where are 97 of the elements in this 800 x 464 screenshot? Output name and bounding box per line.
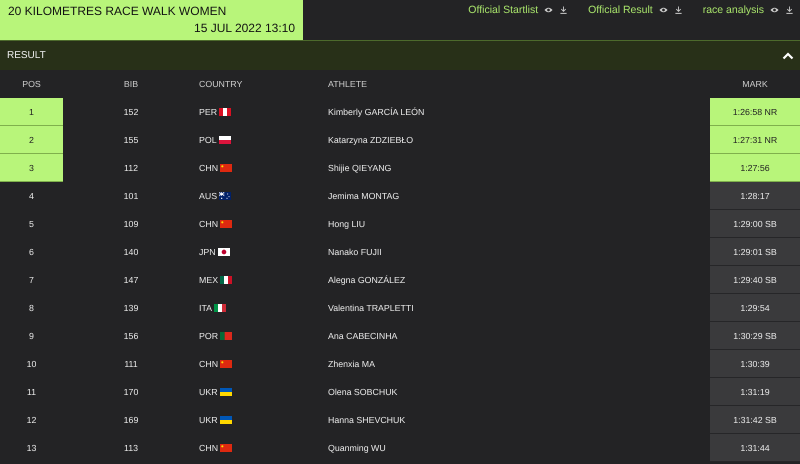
country-code: UKR <box>199 415 218 425</box>
section-title: RESULT <box>7 50 46 61</box>
flag-icon <box>218 248 230 256</box>
mark-cell: 1:27:31 NR <box>710 126 800 154</box>
bib-cell-text: 112 <box>122 162 140 175</box>
document-link[interactable]: Official Startlist <box>468 4 538 16</box>
view-icon[interactable] <box>658 6 668 14</box>
mark-cell: 1:29:54 <box>710 294 800 322</box>
download-icon[interactable] <box>785 6 794 14</box>
mark-cell: 1:29:01 SB <box>710 238 800 266</box>
country-code: AUS <box>199 191 218 201</box>
athlete-name: Zhenxia MA <box>328 358 376 371</box>
country-code: JPN <box>199 247 216 257</box>
flag-icon <box>220 276 232 284</box>
mark-cell: 1:30:39 <box>710 350 800 378</box>
country-code: CHN <box>199 443 218 453</box>
column-header: MARK <box>741 78 769 91</box>
column-header: BIB <box>122 78 140 91</box>
flag-icon <box>219 108 232 116</box>
athlete-name: Kimberly GARCÍA LEÓN <box>328 106 426 119</box>
athlete-name: Quanming WU <box>328 442 387 455</box>
country-code: ITA <box>199 303 212 313</box>
mark-cell: 1:31:42 SB <box>710 406 800 434</box>
country-code: POR <box>199 331 218 341</box>
bib-cell-text: 101 <box>122 190 140 203</box>
column-header: POS <box>21 78 42 91</box>
country-code: UKR <box>199 387 218 397</box>
flag-icon <box>220 444 232 452</box>
position-cell-text: 13 <box>26 442 38 455</box>
flag-icon <box>220 416 232 424</box>
mark-cell: 1:28:17 <box>710 182 800 210</box>
athlete-name: Valentina TRAPLETTI <box>328 302 415 315</box>
position-cell: 2 <box>0 126 63 154</box>
flag-icon <box>220 220 232 228</box>
column-header: ATHLETE <box>328 78 368 91</box>
country-code: PER <box>199 107 218 117</box>
athlete-name: Hong LIU <box>328 218 366 231</box>
mark-cell: 1:29:00 SB <box>710 210 800 238</box>
flag-icon <box>220 360 232 368</box>
country-code: POL <box>199 135 217 145</box>
flag-icon <box>220 164 232 172</box>
bib-cell-text: 147 <box>122 274 140 287</box>
mark-cell: 1:27:56 <box>710 154 800 182</box>
bib-cell-text: 152 <box>122 106 140 119</box>
mark-cell: 1:31:19 <box>710 378 800 406</box>
bib-cell-text: 113 <box>122 442 140 455</box>
athlete-name: Alegna GONZÁLEZ <box>328 274 406 287</box>
position-cell-text: 4 <box>28 190 35 203</box>
athlete-name: Olena SOBCHUK <box>328 386 398 399</box>
bib-cell-text: 139 <box>122 302 140 315</box>
position-cell-text: 7 <box>28 274 35 287</box>
country-code: MEX <box>199 275 218 285</box>
position-cell-text: 9 <box>28 330 35 343</box>
document-link[interactable]: race analysis <box>702 4 764 16</box>
country-code: CHN <box>199 163 218 173</box>
bib-cell-text: 109 <box>122 218 140 231</box>
country-code: CHN <box>199 219 218 229</box>
section-header[interactable]: RESULT <box>0 40 800 70</box>
athlete-name: Shijie QIEYANG <box>328 162 392 175</box>
mark-cell: 1:29:40 SB <box>710 266 800 294</box>
download-icon[interactable] <box>559 6 568 14</box>
column-header: COUNTRY <box>199 78 244 91</box>
position-cell: 1 <box>0 98 63 126</box>
document-link[interactable]: Official Result <box>588 4 653 16</box>
position-cell-text: 10 <box>26 358 38 371</box>
flag-icon <box>214 304 226 312</box>
mark-cell: 1:31:44 <box>710 434 800 462</box>
mark-cell: 1:26:58 NR <box>710 98 800 126</box>
download-icon[interactable] <box>674 6 683 14</box>
flag-icon <box>220 332 232 340</box>
collapse-chevron-icon[interactable] <box>782 52 794 60</box>
bib-cell-text: 170 <box>122 386 140 399</box>
event-datetime: 15 JUL 2022 13:10 <box>194 21 295 36</box>
bib-cell-text: 155 <box>122 134 140 147</box>
athlete-name: Hanna SHEVCHUK <box>328 414 406 427</box>
athlete-name: Ana CABECINHA <box>328 330 398 343</box>
flag-icon <box>218 136 231 144</box>
country-code: CHN <box>199 359 218 369</box>
view-icon[interactable] <box>544 6 554 14</box>
position-cell-text: 5 <box>28 218 35 231</box>
event-title: 20 KILOMETRES RACE WALK WOMEN <box>8 4 226 19</box>
athlete-name: Jemima MONTAG <box>328 190 400 203</box>
bib-cell-text: 111 <box>123 358 139 371</box>
position-cell-text: 6 <box>28 246 35 259</box>
position-cell: 3 <box>0 154 63 182</box>
bib-cell-text: 140 <box>122 246 140 259</box>
position-cell-text: 11 <box>26 386 38 399</box>
position-cell-text: 8 <box>28 302 35 315</box>
flag-icon <box>220 388 232 396</box>
bib-cell-text: 169 <box>122 414 140 427</box>
mark-cell: 1:30:29 SB <box>710 322 800 350</box>
flag-icon <box>219 192 232 200</box>
athlete-name: Katarzyna ZDZIEBŁO <box>328 134 414 147</box>
view-icon[interactable] <box>770 6 779 14</box>
position-cell-text: 12 <box>26 414 38 427</box>
bib-cell-text: 156 <box>122 330 140 343</box>
athlete-name: Nanako FUJII <box>328 246 383 259</box>
